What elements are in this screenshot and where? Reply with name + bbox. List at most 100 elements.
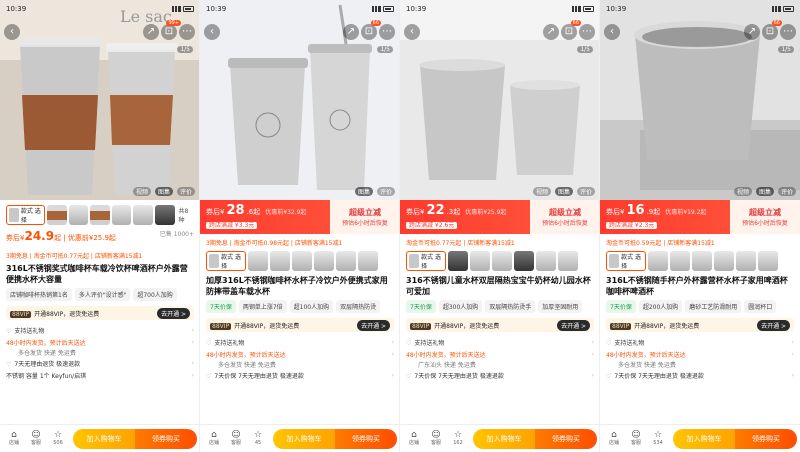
more-icon[interactable]: ⋯ — [379, 24, 395, 40]
more-icon[interactable]: ⋯ — [179, 24, 195, 40]
favorite-button[interactable]: ☆ 162 — [447, 430, 469, 447]
service-row-gift[interactable]: ♡ 支持送礼物 › — [400, 336, 599, 348]
tab-gallery[interactable]: 图集 — [755, 187, 774, 196]
style-select-button[interactable]: 款式 选择 — [606, 251, 646, 271]
share-icon[interactable]: ↗ — [543, 24, 559, 40]
promo-line[interactable]: 3期免息 | 淘金币可抵0.77元起 | 店铺新客满15减1 — [0, 251, 199, 260]
vip-banner[interactable]: 88VIP 开通88VIP，退货免运费 去开通 > — [406, 318, 594, 332]
promo-line[interactable]: 3期免息 | 淘金币可抵0.98元起 | 店铺新客满15减1 — [200, 238, 399, 247]
style-thumb[interactable] — [90, 205, 110, 225]
style-thumb[interactable] — [714, 251, 734, 271]
service-row-gift[interactable]: ♡ 支持送礼物 › — [600, 336, 800, 348]
vip-banner[interactable]: 88VIP 开通88VIP，退货免运费 去开通 > — [206, 318, 394, 332]
style-thumb[interactable] — [336, 251, 356, 271]
style-selector[interactable]: 款式 选择 — [200, 250, 399, 272]
service-row-returns[interactable]: ♡ 7天价保 7天无理由退货 极速退款 › — [400, 369, 599, 381]
promo-line[interactable]: 淘金币可抵0.59元起 | 店铺新客满15减1 — [600, 238, 800, 247]
add-to-cart-button[interactable]: 加入购物车 — [473, 428, 535, 449]
style-thumb[interactable] — [736, 251, 756, 271]
style-thumb[interactable] — [270, 251, 290, 271]
back-icon[interactable]: ‹ — [204, 24, 220, 40]
style-selector[interactable]: 款式 选择 — [600, 250, 800, 272]
buy-with-coupon-button[interactable]: 领券购买 — [535, 428, 597, 449]
cart-icon[interactable]: ⊡ — [161, 24, 177, 40]
buy-with-coupon-button[interactable]: 领券购买 — [335, 428, 397, 449]
style-thumb[interactable] — [448, 251, 468, 271]
tab-video[interactable]: 视频 — [132, 187, 151, 196]
style-thumb[interactable] — [111, 205, 132, 225]
add-to-cart-button[interactable]: 加入购物车 — [673, 428, 735, 449]
service-row-gift[interactable]: ♡ 支持送礼物 › — [0, 324, 199, 336]
vip-open-button[interactable]: 去开通 > — [357, 319, 390, 331]
style-thumb[interactable] — [154, 205, 175, 225]
back-icon[interactable]: ‹ — [404, 24, 420, 40]
style-selector[interactable]: 款式 选择 共8种 — [6, 204, 194, 226]
style-select-button[interactable]: 款式 选择 — [406, 251, 446, 271]
vip-open-button[interactable]: 去开通 > — [757, 319, 790, 331]
service-row-returns[interactable]: ♡ 7天价保 7天无理由退货 极速退款 › — [600, 369, 800, 381]
vip-open-button[interactable]: 去开通 > — [157, 307, 190, 319]
share-icon[interactable]: ↗ — [744, 24, 760, 40]
buy-with-coupon-button[interactable]: 领券购买 — [135, 428, 197, 449]
cart-icon[interactable]: ⊡ — [361, 24, 377, 40]
style-thumb[interactable] — [292, 251, 312, 271]
style-selector[interactable]: 款式 选择 — [400, 250, 599, 272]
service-row-shipping[interactable]: 48小时内发货，预计后天送达 › — [400, 348, 599, 360]
style-thumb[interactable] — [314, 251, 334, 271]
buy-with-coupon-button[interactable]: 领券购买 — [735, 428, 797, 449]
more-icon[interactable]: ⋯ — [579, 24, 595, 40]
service-button[interactable]: ☺ 客服 — [425, 430, 447, 447]
style-thumb[interactable] — [514, 251, 534, 271]
style-thumb[interactable] — [536, 251, 556, 271]
style-select-button[interactable]: 款式 选择 — [6, 205, 46, 225]
add-to-cart-button[interactable]: 加入购物车 — [273, 428, 335, 449]
tab-gallery[interactable]: 图集 — [354, 187, 373, 196]
cart-icon[interactable]: ⊡ — [561, 24, 577, 40]
tab-video[interactable]: 视频 — [733, 187, 752, 196]
store-button[interactable]: ⌂ 店铺 — [603, 430, 625, 447]
style-thumb[interactable] — [648, 251, 668, 271]
style-thumb[interactable] — [248, 251, 268, 271]
tab-gallery[interactable]: 图集 — [154, 187, 173, 196]
style-thumb[interactable] — [492, 251, 512, 271]
style-thumb[interactable] — [558, 251, 578, 271]
tab-gallery[interactable]: 图集 — [554, 187, 573, 196]
store-button[interactable]: ⌂ 店铺 — [403, 430, 425, 447]
style-thumb[interactable] — [47, 205, 67, 225]
vip-banner[interactable]: 88VIP 开通88VIP，退货免运费 去开通 > — [6, 306, 194, 320]
style-thumb[interactable] — [692, 251, 712, 271]
add-to-cart-button[interactable]: 加入购物车 — [73, 428, 135, 449]
favorite-button[interactable]: ☆ 534 — [647, 430, 669, 447]
tab-reviews[interactable]: 评价 — [376, 187, 395, 196]
store-button[interactable]: ⌂ 店铺 — [3, 430, 25, 447]
service-row-params[interactable]: 不锈钢 容量 1个 Keyfun/启琪 › — [0, 369, 199, 381]
tab-reviews[interactable]: 评价 — [176, 187, 195, 196]
style-thumb[interactable] — [670, 251, 690, 271]
vip-open-button[interactable]: 去开通 > — [557, 319, 590, 331]
service-button[interactable]: ☺ 客服 — [625, 430, 647, 447]
favorite-button[interactable]: ☆ 506 — [47, 430, 69, 447]
favorite-button[interactable]: ☆ 45 — [247, 430, 269, 447]
service-row-gift[interactable]: ♡ 支持送礼物 › — [200, 336, 399, 348]
tab-video[interactable]: 视频 — [532, 187, 551, 196]
service-button[interactable]: ☺ 客服 — [225, 430, 247, 447]
back-icon[interactable]: ‹ — [604, 24, 620, 40]
promo-line[interactable]: 淘金币可抵0.77元起 | 店铺新客满15减1 — [400, 238, 599, 247]
tab-reviews[interactable]: 评价 — [576, 187, 595, 196]
more-icon[interactable]: ⋯ — [780, 24, 796, 40]
style-select-button[interactable]: 款式 选择 — [206, 251, 246, 271]
vip-banner[interactable]: 88VIP 开通88VIP，退货免运费 去开通 > — [606, 318, 794, 332]
service-row-shipping[interactable]: 48小时内发货，预计后天送达 › — [200, 348, 399, 360]
service-row-returns[interactable]: ♡ 7天无理由退货 极速退款 › — [0, 357, 199, 369]
service-row-shipping[interactable]: 48小时内发货，预计后天送达 › — [600, 348, 800, 360]
style-thumb[interactable] — [758, 251, 778, 271]
style-thumb[interactable] — [470, 251, 490, 271]
share-icon[interactable]: ↗ — [143, 24, 159, 40]
back-icon[interactable]: ‹ — [4, 24, 20, 40]
tab-reviews[interactable]: 评价 — [777, 187, 796, 196]
service-row-returns[interactable]: ♡ 7天价保 7天无理由退货 极速退款 › — [200, 369, 399, 381]
store-button[interactable]: ⌂ 店铺 — [203, 430, 225, 447]
cart-icon[interactable]: ⊡ — [762, 24, 778, 40]
style-thumb[interactable] — [358, 251, 378, 271]
style-thumb[interactable] — [68, 205, 89, 225]
